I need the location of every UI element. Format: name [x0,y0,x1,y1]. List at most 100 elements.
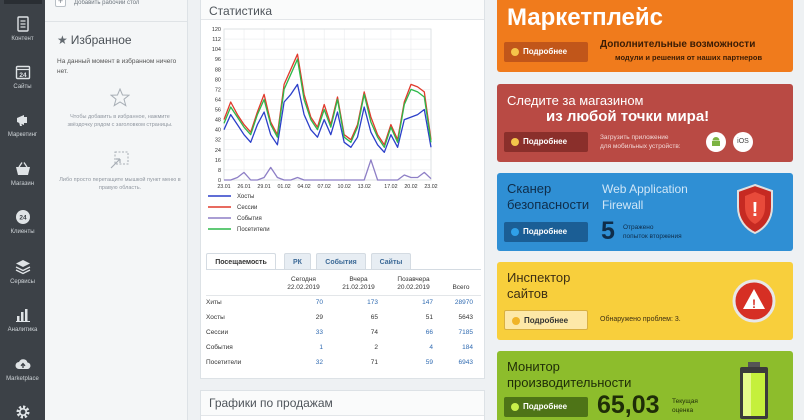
table-cell[interactable]: 59 [386,355,441,370]
monitor-title2: производительности [507,375,632,390]
tab-sites[interactable]: Сайты [371,253,411,270]
inspector-more-button[interactable]: Подробнее [504,310,588,330]
scanner-note: Отражено попыток вторжения [623,223,682,241]
nav-item-analytics[interactable]: Аналитика [0,307,45,334]
scanner-title2: безопасности [507,197,590,212]
x-tick-label: 07.02 [318,184,331,190]
y-tick-label: 112 [212,37,221,43]
tab-attendance[interactable]: Посещаемость [206,253,276,270]
nav-label: Клиенты [10,229,35,235]
y-tick-label: 88 [215,67,221,73]
x-tick-label: 26.01 [237,184,250,190]
waf-label: Web Application Firewall [602,181,688,213]
inspector-title1: Инспектор [507,270,571,285]
table-cell: 29 [315,314,323,321]
table-row: Хосты 29 65 51 5643 [206,310,481,325]
y-tick-label: 48 [215,118,221,124]
add-desktop-row[interactable]: + Добавить рабочий стол [45,0,187,22]
table-cell[interactable]: 147 [386,295,441,310]
ios-icon[interactable]: iOS [733,132,753,152]
main-nav: Контент 24 Сайты Маркетинг Магазин 24 Кл… [0,0,45,420]
marketplace-more-button[interactable]: Подробнее [504,42,588,62]
nav-item-services[interactable]: Сервисы [0,259,45,286]
y-tick-label: 64 [215,97,221,103]
bar-chart-icon [15,309,30,322]
marketplace-desc2: модули и решения от наших партнеров [615,53,763,62]
table-cell[interactable]: 184 [441,340,481,355]
banner-performance-monitor[interactable]: Монитор производительности Подробнее 65,… [497,351,793,420]
y-tick-label: 80 [215,77,221,83]
nav-label: Сайты [13,84,32,90]
table-cell[interactable]: 32 [276,355,331,370]
monitor-note: Текущая оценка [672,397,698,415]
table-cell[interactable]: 66 [386,325,441,340]
marketplace-desc1: Дополнительные возможности [600,39,756,50]
table-cell[interactable]: 4 [386,340,441,355]
statistics-panel: Статистика 0 8 16 24 32 40 48 56 64 72 80 88 96 104 11… [200,0,485,379]
scanner-more-button[interactable]: Подробнее [504,222,588,242]
table-cell[interactable]: 70 [276,295,331,310]
monitor-title1: Монитор [507,359,560,374]
nav-label: Магазин [10,181,35,187]
monitor-title: Монитор производительности [507,359,631,391]
legend-label: Сессии [237,205,257,211]
nav-item-marketplace[interactable]: Marketplace [0,356,45,383]
x-tick-label: 01.02 [277,184,290,190]
monitor-more-button[interactable]: Подробнее [504,397,588,417]
plus-icon[interactable]: + [55,0,66,7]
banner-marketplace[interactable]: Маркетплейс Подробнее Дополнительные воз… [497,0,793,72]
nav-item-content[interactable]: Контент [0,16,45,43]
y-tick-label: 104 [212,47,221,53]
nav-top-stub [4,0,42,4]
x-tick-label: 29.01 [257,184,270,190]
table-row: Посетители 32 71 59 6943 [206,355,481,370]
nav-label: Контент [11,36,34,42]
android-icon[interactable] [706,132,726,152]
banner-security-scanner[interactable]: Сканер безопасности Web Application Fire… [497,173,793,251]
nav-item-sites[interactable]: 24 Сайты [0,64,45,91]
y-tick-label: 40 [215,128,221,134]
legend-label: Хосты [237,194,254,200]
nav-item-shop[interactable]: Магазин [0,161,45,188]
row-label: Хосты [206,314,225,321]
nav-label: Аналитика [7,327,38,333]
row-label: Хиты [206,299,222,307]
layers-icon [15,260,30,275]
monitor-score: 65,03 [597,391,660,419]
sales-title: Графики по продажам [201,391,484,416]
y-tick-label: 120 [212,27,221,33]
x-tick-label: 20.02 [404,184,417,190]
banner-site-inspector[interactable]: Инспектор сайтов Подробнее Обнаружено пр… [497,262,793,340]
nav-item-marketing[interactable]: Маркетинг [0,112,45,139]
inspector-title: Инспектор сайтов [507,270,570,302]
nav-item-settings[interactable] [0,404,45,420]
shield-icon: ! [737,183,773,235]
table-cell[interactable]: 6943 [441,355,481,370]
table-row: Сессии 33 74 66 7185 [206,325,481,340]
table-cell[interactable]: 7185 [441,325,481,340]
legend-label: События [237,216,262,222]
row-label: Сессии [206,329,229,336]
favorites-title-text: Избранное [70,33,132,47]
mobile-line2: из любой точки мира! [546,108,710,125]
tab-events[interactable]: События [316,253,366,270]
nav-item-clients[interactable]: 24 Клиенты [0,209,45,236]
banner-mobile[interactable]: Следите за магазином из любой точки мира… [497,84,793,162]
scanner-note2: попыток вторжения [623,233,682,240]
y-tick-label: 72 [215,87,221,93]
x-tick-label: 13.02 [358,184,371,190]
table-cell[interactable]: 1 [276,340,331,355]
nav-label: Сервисы [10,279,35,285]
mobile-more-button[interactable]: Подробнее [504,132,588,152]
stats-table: Сегодня 22.02.2019 Вчера 21.02.2019 Позавч… [206,273,481,370]
star-outline-icon [110,88,130,107]
tab-rk[interactable]: РК [284,253,311,270]
table-row: Хиты 70 173 147 28970 [206,295,481,310]
table-cell[interactable]: 173 [331,295,386,310]
table-cell: 74 [370,329,378,336]
table-cell[interactable]: 33 [276,325,331,340]
row-label: События [206,344,233,351]
table-cell[interactable]: 28970 [441,295,481,310]
x-tick-label: 04.02 [297,184,310,190]
add-desktop-link[interactable]: Добавить рабочий стол [74,0,139,6]
